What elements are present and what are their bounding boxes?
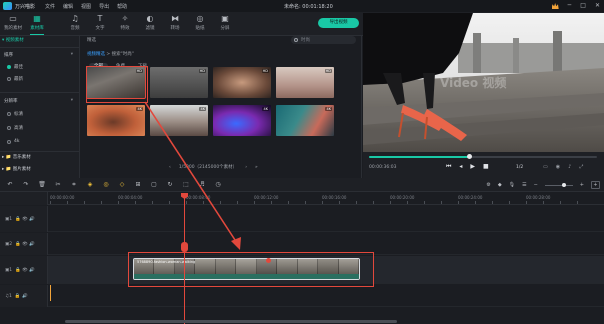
timeline-scrollbar[interactable] xyxy=(65,320,397,323)
annotation-arrow xyxy=(144,101,241,250)
video-editor-window: 万兴喵影 文件 编辑 视图 导出 帮助 未命名: 00:01:18:20 ─ □… xyxy=(0,0,604,324)
